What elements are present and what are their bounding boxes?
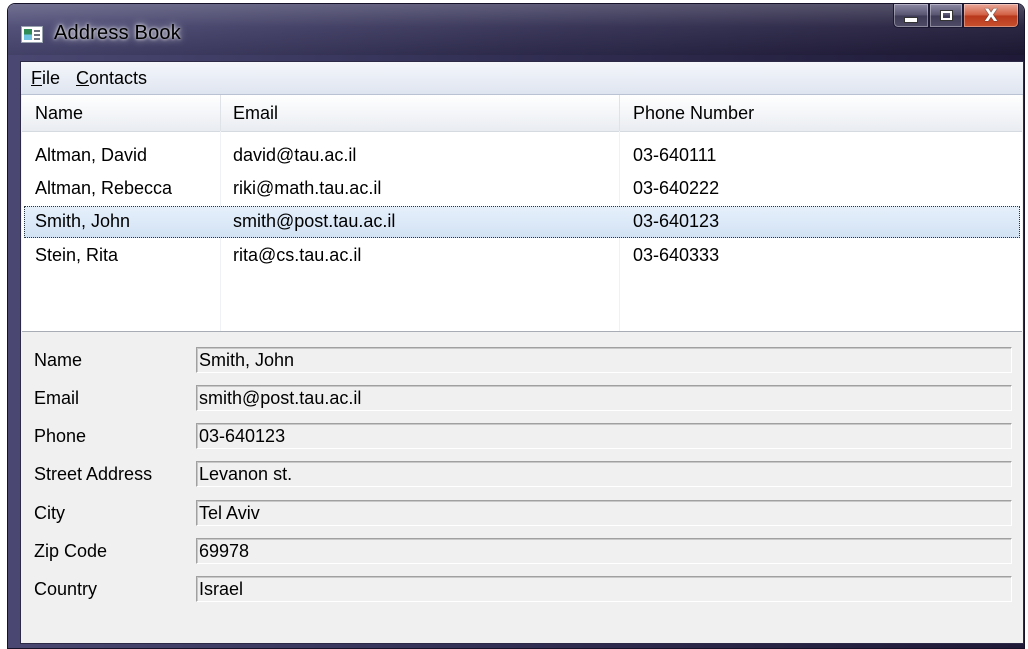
address-book-app-icon[interactable] bbox=[21, 26, 43, 43]
cell-name: Altman, Rebecca bbox=[35, 178, 173, 198]
table-row[interactable]: Stein, Rita rita@cs.tau.ac.il 03-640333 bbox=[24, 240, 1020, 272]
window-title: Address Book bbox=[54, 22, 181, 44]
contacts-list[interactable]: Name Email Phone Number Altman, David da… bbox=[22, 95, 1022, 332]
cell-name: Stein, Rita bbox=[35, 245, 119, 265]
cell-phone: 03-640333 bbox=[633, 245, 720, 265]
cell-phone: 03-640222 bbox=[633, 178, 720, 198]
cell-email: riki@math.tau.ac.il bbox=[233, 178, 382, 198]
menu-contacts-mnemonic: C bbox=[76, 68, 89, 88]
column-header-name[interactable]: Name bbox=[35, 103, 83, 124]
address-book-window: Address Book X File Contacts Name Email bbox=[8, 4, 1024, 648]
minimize-icon bbox=[904, 16, 918, 23]
email-label: Email bbox=[34, 388, 80, 408]
country-field[interactable]: Israel bbox=[196, 576, 1012, 602]
menu-file-mnemonic: F bbox=[31, 68, 42, 88]
maximize-button[interactable] bbox=[929, 4, 963, 28]
column-header-email[interactable]: Email bbox=[233, 103, 278, 124]
contact-details-panel: Name Smith, John Email smith@post.tau.ac… bbox=[22, 332, 1022, 642]
cell-name: Smith, John bbox=[35, 211, 131, 231]
close-icon: X bbox=[984, 5, 998, 26]
client-area: File Contacts Name Email Phone Number Al… bbox=[20, 61, 1024, 644]
menu-contacts-label: ontacts bbox=[89, 68, 148, 88]
column-separator[interactable] bbox=[220, 95, 221, 131]
cell-phone: 03-640111 bbox=[633, 145, 717, 165]
menu-file-label: ile bbox=[42, 68, 61, 88]
column-header-phone[interactable]: Phone Number bbox=[633, 103, 754, 124]
name-field[interactable]: Smith, John bbox=[196, 347, 1012, 373]
minimize-button[interactable] bbox=[893, 4, 929, 28]
country-label: Country bbox=[34, 579, 98, 599]
cell-email: david@tau.ac.il bbox=[233, 145, 357, 165]
table-row[interactable]: Altman, David david@tau.ac.il 03-640111 bbox=[24, 140, 1020, 172]
email-field[interactable]: smith@post.tau.ac.il bbox=[196, 385, 1012, 411]
city-field[interactable]: Tel Aviv bbox=[196, 500, 1012, 526]
phone-label: Phone bbox=[34, 426, 87, 446]
table-row-selected[interactable]: Smith, John smith@post.tau.ac.il 03-6401… bbox=[24, 206, 1020, 238]
menu-contacts[interactable]: Contacts bbox=[76, 68, 147, 89]
cell-phone: 03-640123 bbox=[633, 211, 720, 231]
zip-code-label: Zip Code bbox=[34, 541, 108, 561]
street-address-field[interactable]: Levanon st. bbox=[196, 461, 1012, 487]
zip-code-field[interactable]: 69978 bbox=[196, 538, 1012, 564]
table-row[interactable]: Altman, Rebecca riki@math.tau.ac.il 03-6… bbox=[24, 173, 1020, 205]
cell-name: Altman, David bbox=[35, 145, 148, 165]
street-address-label: Street Address bbox=[34, 464, 153, 484]
close-button[interactable]: X bbox=[963, 4, 1019, 28]
menu-file[interactable]: File bbox=[31, 68, 60, 89]
caption-buttons: X bbox=[893, 4, 1019, 30]
maximize-icon bbox=[939, 10, 953, 21]
list-header: Name Email Phone Number bbox=[22, 95, 1022, 132]
city-label: City bbox=[34, 503, 65, 523]
column-separator[interactable] bbox=[619, 95, 620, 131]
title-bar[interactable]: Address Book X bbox=[8, 4, 1024, 55]
phone-field[interactable]: 03-640123 bbox=[196, 423, 1012, 449]
menu-bar: File Contacts bbox=[21, 62, 1023, 95]
name-label: Name bbox=[34, 350, 83, 370]
cell-email: rita@cs.tau.ac.il bbox=[233, 245, 362, 265]
cell-email: smith@post.tau.ac.il bbox=[233, 211, 396, 231]
